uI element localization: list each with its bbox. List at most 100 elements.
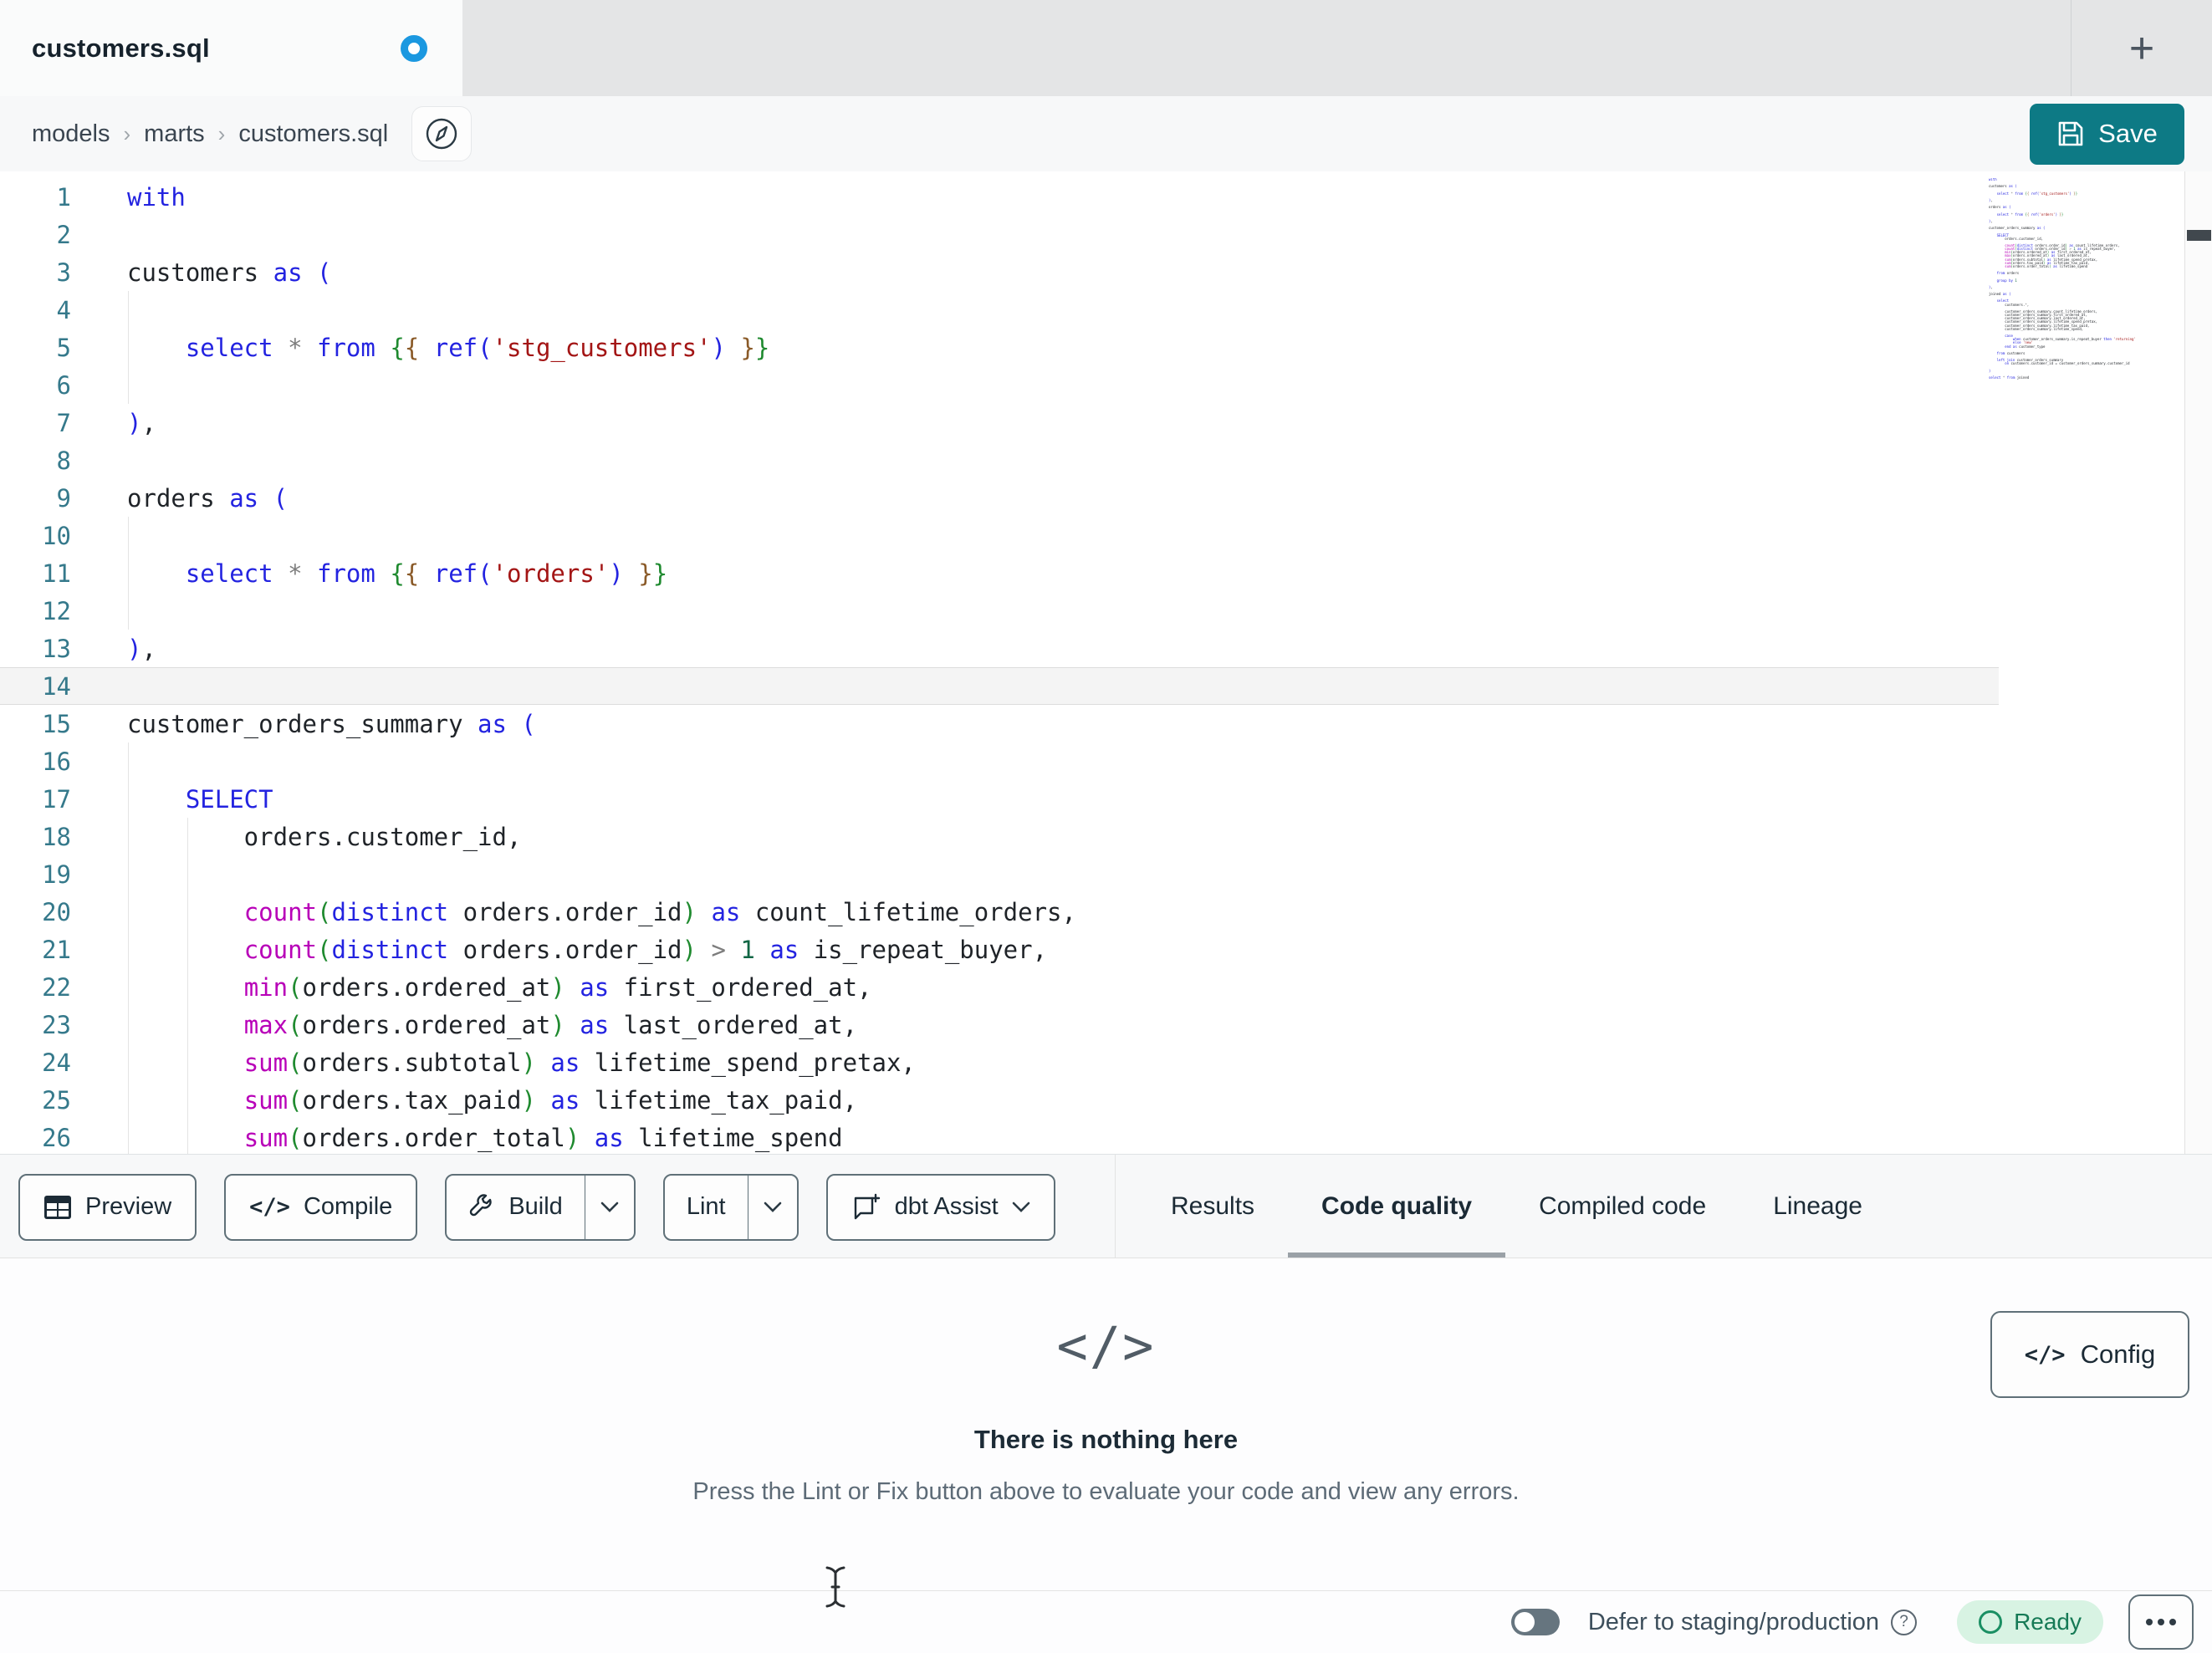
chevron-down-icon xyxy=(764,1201,782,1212)
indent-guide xyxy=(128,742,129,1155)
help-icon[interactable]: ? xyxy=(1891,1609,1918,1635)
status-bar: Defer to staging/production ? Ready xyxy=(0,1590,2212,1653)
empty-state: </> There is nothing here Press the Lint… xyxy=(0,1258,2212,1590)
code-line[interactable]: 17 SELECT xyxy=(0,780,1999,818)
code-line[interactable]: 10 xyxy=(0,517,1999,554)
code-line[interactable]: 21 count(distinct orders.order_id) > 1 a… xyxy=(0,931,1999,968)
minimap[interactable]: with customers as ( select * from {{ ref… xyxy=(1989,178,2141,391)
code-line[interactable]: 11 select * from {{ ref('orders') }} xyxy=(0,554,1999,592)
code-brackets-icon: </> xyxy=(249,1194,290,1220)
code-line[interactable]: 15 customer_orders_summary as ( xyxy=(0,705,1999,742)
code-line[interactable]: 16 xyxy=(0,742,1999,780)
ready-status-label: Ready xyxy=(2014,1609,2082,1635)
breadcrumb: models › marts › customers.sql xyxy=(32,120,388,148)
dot-icon xyxy=(2169,1619,2176,1625)
code-line[interactable]: 3 customers as ( xyxy=(0,253,1999,291)
code-line[interactable]: 2 xyxy=(0,216,1999,253)
preview-button-label: Preview xyxy=(85,1193,172,1220)
editor-scrollbar[interactable] xyxy=(2184,171,2212,1155)
preview-button[interactable]: Preview xyxy=(18,1173,197,1241)
toggle-knob xyxy=(1514,1612,1535,1632)
code-line[interactable]: 5 select * from {{ ref('stg_customers') … xyxy=(0,329,1999,366)
code-line[interactable]: 14 xyxy=(0,667,1999,705)
code-line[interactable]: 20 count(distinct orders.order_id) as co… xyxy=(0,893,1999,931)
code-line[interactable]: 1 with xyxy=(0,178,1999,216)
code-line[interactable]: 19 xyxy=(0,855,1999,893)
build-split-button: Build xyxy=(445,1173,636,1241)
line-number: 25 xyxy=(42,1085,71,1115)
line-number: 12 xyxy=(42,596,71,625)
status-ring-icon xyxy=(1979,1610,2003,1634)
tab-customers-sql[interactable]: customers.sql xyxy=(0,0,462,96)
lint-button-label: Lint xyxy=(686,1193,726,1220)
explore-lineage-button[interactable] xyxy=(411,106,473,161)
code-line[interactable]: 18 orders.customer_id, xyxy=(0,818,1999,855)
indent-guide xyxy=(128,291,129,404)
action-toolbar: Preview </> Compile Build Lint dbt Assis… xyxy=(0,1154,2212,1258)
tab-compiled-code[interactable]: Compiled code xyxy=(1505,1155,1739,1258)
new-tab-button[interactable]: + xyxy=(2072,0,2212,96)
code-line[interactable]: 12 xyxy=(0,592,1999,630)
compass-icon xyxy=(424,116,459,151)
code-line[interactable]: 8 xyxy=(0,441,1999,479)
code-editor[interactable]: 1 with 2 3 customers as ( 4 5 select * from {{… xyxy=(0,171,2212,1155)
line-number: 16 xyxy=(42,747,71,776)
code-line[interactable]: 25 sum(orders.tax_paid) as lifetime_tax_… xyxy=(0,1081,1999,1119)
code-line[interactable]: 9 orders as ( xyxy=(0,479,1999,517)
breadcrumb-customers-sql[interactable]: customers.sql xyxy=(238,120,388,148)
lint-split-button: Lint xyxy=(662,1173,799,1241)
code-line[interactable]: 4 xyxy=(0,291,1999,329)
build-dropdown-button[interactable] xyxy=(585,1176,634,1239)
code-line[interactable]: 6 xyxy=(0,366,1999,404)
assist-chat-sparkle-icon xyxy=(851,1192,881,1222)
breadcrumb-marts[interactable]: marts xyxy=(144,120,205,148)
code-line[interactable]: 24 sum(orders.subtotal) as lifetime_spen… xyxy=(0,1043,1999,1081)
line-number: 9 xyxy=(56,483,71,513)
defer-toggle[interactable] xyxy=(1510,1609,1560,1635)
build-button-label: Build xyxy=(508,1193,563,1220)
toolbar-buttons: Preview </> Compile Build Lint dbt Assis… xyxy=(18,1155,1055,1259)
code-line[interactable]: 22 min(orders.ordered_at) as first_order… xyxy=(0,968,1999,1006)
config-button[interactable]: </> Config xyxy=(1990,1311,2189,1398)
line-number: 7 xyxy=(56,408,71,437)
line-number: 4 xyxy=(56,295,71,324)
editor-scrollbar-thumb[interactable] xyxy=(2187,230,2211,241)
chevron-down-icon xyxy=(1012,1201,1030,1212)
line-number: 5 xyxy=(56,333,71,362)
code-line[interactable]: 7), xyxy=(0,404,1999,441)
line-number: 6 xyxy=(56,370,71,400)
tab-results[interactable]: Results xyxy=(1137,1155,1288,1258)
line-number: 18 xyxy=(42,822,71,851)
breadcrumb-separator-icon: › xyxy=(217,120,226,146)
breadcrumb-models[interactable]: models xyxy=(32,120,110,148)
line-number: 20 xyxy=(42,897,71,926)
build-button[interactable]: Build xyxy=(447,1176,585,1239)
line-number: 13 xyxy=(42,634,71,663)
code-line[interactable]: 26 sum(orders.order_total) as lifetime_s… xyxy=(0,1119,1999,1155)
code-line[interactable]: 23 max(orders.ordered_at) as last_ordere… xyxy=(0,1006,1999,1043)
tab-lineage[interactable]: Lineage xyxy=(1739,1155,1896,1258)
chevron-down-icon xyxy=(600,1201,619,1212)
defer-label: Defer to staging/production xyxy=(1587,1608,1880,1635)
breadcrumb-separator-icon: › xyxy=(123,120,131,146)
lint-button[interactable]: Lint xyxy=(665,1176,748,1239)
code-lines: 1 with 2 3 customers as ( 4 5 select * from {{… xyxy=(0,178,1999,1155)
compile-button-label: Compile xyxy=(303,1193,393,1220)
table-grid-icon xyxy=(43,1195,72,1220)
line-number: 19 xyxy=(42,860,71,889)
code-brackets-icon: </> xyxy=(2024,1341,2066,1368)
line-number: 24 xyxy=(42,1048,71,1077)
save-button[interactable]: Save xyxy=(2030,103,2184,165)
line-number: 15 xyxy=(42,709,71,738)
dot-icon xyxy=(2158,1619,2164,1625)
compile-button[interactable]: </> Compile xyxy=(224,1173,418,1241)
lint-dropdown-button[interactable] xyxy=(748,1176,797,1239)
tab-code-quality[interactable]: Code quality xyxy=(1288,1155,1506,1258)
overflow-menu-button[interactable] xyxy=(2128,1594,2194,1650)
minimap-line: select * from joined xyxy=(1989,375,2030,380)
save-button-label: Save xyxy=(2098,119,2158,148)
code-line[interactable]: 13), xyxy=(0,630,1999,667)
dbt-assist-button[interactable]: dbt Assist xyxy=(825,1173,1055,1241)
line-number: 17 xyxy=(42,784,71,814)
code-quality-panel: </> There is nothing here Press the Lint… xyxy=(0,1258,2212,1590)
